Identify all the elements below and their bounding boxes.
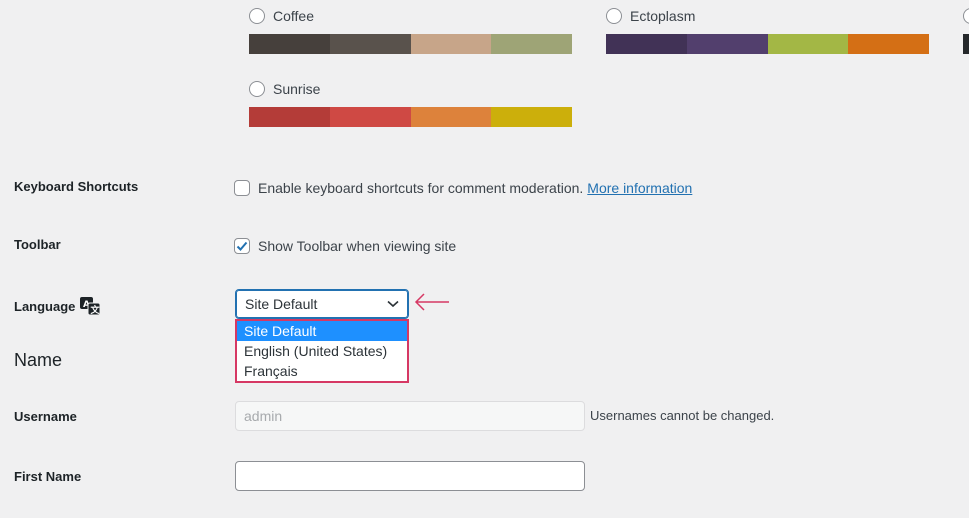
toolbar-label: Toolbar bbox=[14, 237, 61, 252]
color-scheme-ectoplasm[interactable]: Ectoplasm bbox=[606, 6, 929, 54]
first-name-label: First Name bbox=[14, 469, 82, 484]
translation-icon: A 文 bbox=[80, 297, 101, 315]
swatch bbox=[491, 34, 572, 54]
radio-ectoplasm[interactable] bbox=[606, 8, 622, 24]
swatch bbox=[767, 34, 849, 54]
swatch bbox=[491, 107, 572, 127]
language-select-value: Site Default bbox=[245, 296, 318, 312]
checkmark-icon bbox=[236, 241, 248, 251]
swatch bbox=[329, 34, 411, 54]
swatch bbox=[963, 34, 969, 54]
first-name-input[interactable] bbox=[235, 461, 585, 491]
toolbar-row: Show Toolbar when viewing site bbox=[234, 238, 456, 254]
language-option-site-default[interactable]: Site Default bbox=[237, 321, 407, 341]
more-information-link[interactable]: More information bbox=[587, 180, 692, 196]
language-option-francais[interactable]: Français bbox=[237, 361, 407, 381]
username-label: Username bbox=[14, 409, 77, 424]
keyboard-shortcuts-label: Keyboard Shortcuts bbox=[14, 179, 139, 194]
language-option-english-us[interactable]: English (United States) bbox=[237, 341, 407, 361]
username-value: admin bbox=[244, 408, 283, 424]
language-dropdown: Site Default English (United States) Fra… bbox=[235, 319, 409, 383]
swatch bbox=[329, 107, 411, 127]
keyboard-shortcuts-text: Enable keyboard shortcuts for comment mo… bbox=[258, 180, 584, 196]
profile-settings-page: Coffee Ectoplasm Sunrise Keyboard Shortc… bbox=[0, 0, 969, 518]
svg-text:文: 文 bbox=[90, 304, 101, 315]
color-scheme-sunrise[interactable]: Sunrise bbox=[249, 79, 572, 127]
color-scheme-coffee[interactable]: Coffee bbox=[249, 6, 572, 54]
toolbar-checkbox[interactable] bbox=[234, 238, 250, 254]
swatch bbox=[848, 34, 929, 54]
scheme-name: Sunrise bbox=[273, 81, 321, 97]
swatch bbox=[686, 34, 768, 54]
swatch bbox=[410, 107, 492, 127]
username-input[interactable]: admin bbox=[235, 401, 585, 431]
swatch bbox=[249, 107, 330, 127]
swatch bbox=[410, 34, 492, 54]
keyboard-shortcuts-checkbox[interactable] bbox=[234, 180, 250, 196]
palette-coffee bbox=[249, 34, 572, 54]
name-section-title: Name bbox=[14, 350, 63, 370]
toolbar-text: Show Toolbar when viewing site bbox=[258, 238, 457, 254]
palette-ectoplasm bbox=[606, 34, 929, 54]
scheme-name: Coffee bbox=[273, 8, 314, 24]
color-scheme-partial[interactable] bbox=[963, 6, 969, 54]
swatch bbox=[606, 34, 687, 54]
username-hint: Usernames cannot be changed. bbox=[590, 408, 775, 423]
swatch bbox=[249, 34, 330, 54]
scheme-name: Ectoplasm bbox=[630, 8, 696, 24]
language-select[interactable]: Site Default bbox=[235, 289, 409, 319]
language-label-row: Language A 文 bbox=[14, 297, 101, 315]
radio-coffee[interactable] bbox=[249, 8, 265, 24]
annotation-arrow-icon bbox=[414, 293, 449, 311]
palette-sunrise bbox=[249, 107, 572, 127]
radio-partial[interactable] bbox=[963, 8, 969, 24]
chevron-down-icon bbox=[387, 300, 399, 308]
palette-partial bbox=[963, 34, 969, 54]
language-label: Language bbox=[14, 298, 76, 314]
keyboard-shortcuts-row: Enable keyboard shortcuts for comment mo… bbox=[234, 180, 692, 196]
radio-sunrise[interactable] bbox=[249, 81, 265, 97]
